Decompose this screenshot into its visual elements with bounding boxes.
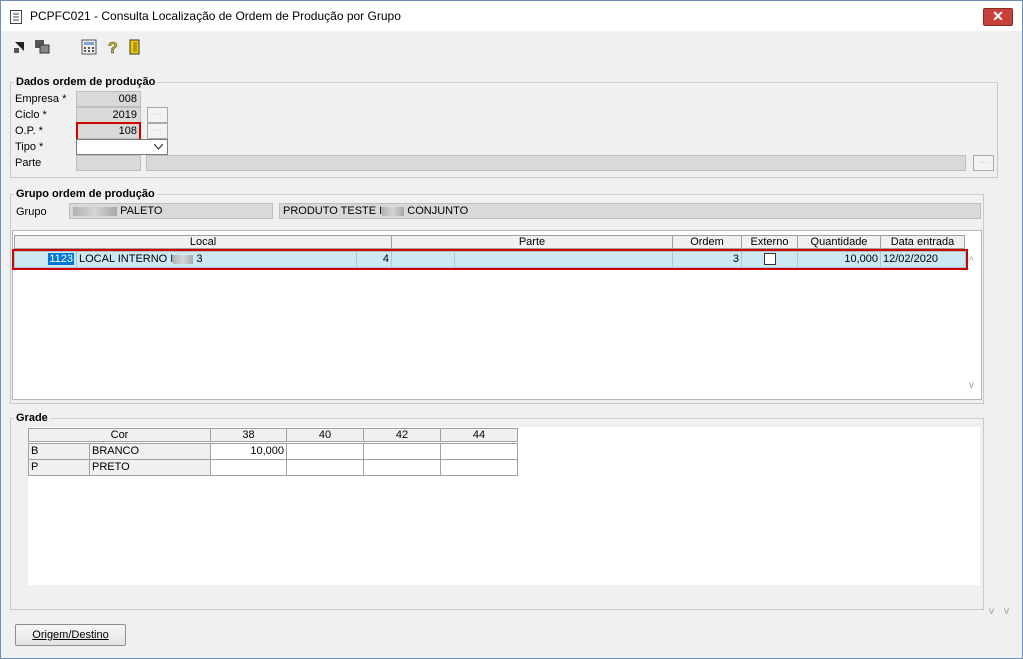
col-ordem[interactable]: Ordem [672,235,742,249]
col-parte[interactable]: Parte [391,235,673,249]
window-title: PCPFC021 - Consulta Localização de Ordem… [30,9,401,23]
grade-col-cor: Cor [28,428,211,442]
multi-window-icon[interactable] [33,38,51,56]
grade-cell[interactable] [286,459,364,476]
redacted-blur [382,206,405,216]
grade-cell[interactable] [286,443,364,460]
grupo-label: Grupo [16,206,47,218]
close-button[interactable]: ✕ [983,8,1013,26]
calculator-icon[interactable] [80,38,98,56]
grade-cell[interactable] [363,459,441,476]
scroll-down-icon[interactable]: v [969,380,974,391]
parte-description [146,155,966,171]
grade-group-title: Grade [14,412,50,424]
grade-cell[interactable] [440,443,518,460]
grade-row-name: PRETO [89,459,211,476]
grade-cell[interactable]: 10,000 [210,443,287,460]
grade-row-code: P [28,459,90,476]
help-icon[interactable]: ? [104,38,122,56]
grupo-code-suffix: PALETO [120,205,163,217]
produto-field: PRODUTO TESTE I CONJUNTO [279,203,981,219]
grade-col-size: 38 [210,428,287,442]
svg-text:?: ? [108,40,118,56]
row-red-highlight [12,249,968,270]
ciclo-lookup-button[interactable]: ⋯ [147,107,168,123]
toolbar [1,31,1022,63]
close-icon: ✕ [992,8,1004,24]
scroll-down-icon[interactable]: v [1004,606,1009,617]
chevron-down-icon [154,144,163,150]
parte-label: Parte [15,157,42,169]
grade-col-size: 44 [440,428,518,442]
empresa-label: Empresa * [15,93,67,105]
redacted-blur [73,206,117,216]
produto-suffix: CONJUNTO [407,205,469,217]
grade-row-code: B [28,443,90,460]
col-externo[interactable]: Externo [741,235,798,249]
col-data-entrada[interactable]: Data entrada [880,235,965,249]
op-lookup-button[interactable]: ⋯ [147,123,168,139]
tipo-label: Tipo * [15,141,44,153]
parte-field [76,155,141,171]
produto-prefix: PRODUTO TESTE I [283,205,383,217]
grupo-code-field: PALETO [69,203,273,219]
grade-row-name: BRANCO [89,443,211,460]
grade-cell[interactable] [363,443,441,460]
ciclo-field: 2019 [76,107,141,123]
document-icon [10,10,22,24]
arrow-icon[interactable] [12,38,30,56]
scroll-up-icon[interactable]: ^ [969,256,974,267]
col-quantidade[interactable]: Quantidade [797,235,881,249]
empresa-field: 008 [76,91,141,107]
grade-col-size: 40 [286,428,364,442]
exit-door-icon[interactable] [126,38,144,56]
op-label: O.P. * [15,125,43,137]
dados-group-title: Dados ordem de produção [14,76,158,88]
grade-cell[interactable] [210,459,287,476]
origem-destino-button[interactable]: Origem/Destino [15,624,126,646]
scroll-down-icon[interactable]: v [989,606,994,617]
parte-lookup-button[interactable]: ⋯ [973,155,994,171]
grupo-group-title: Grupo ordem de produção [14,188,157,200]
ciclo-label: Ciclo * [15,109,47,121]
col-local[interactable]: Local [14,235,392,249]
origem-destino-label: Origem/Destino [32,629,109,641]
grade-col-size: 42 [363,428,441,442]
grade-cell[interactable] [440,459,518,476]
